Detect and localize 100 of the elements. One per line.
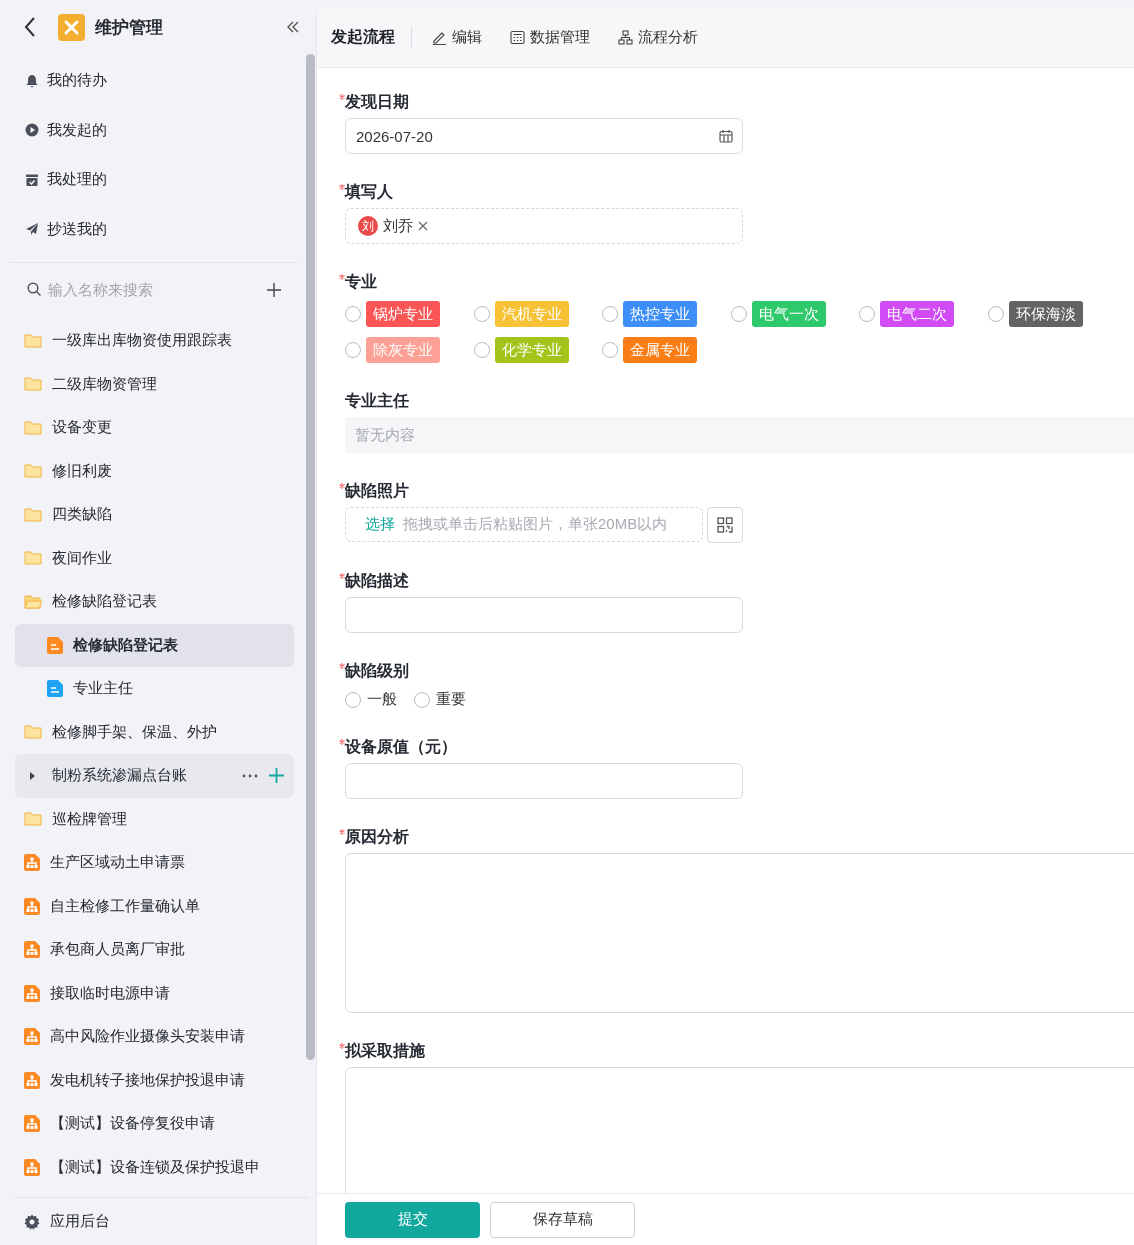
nav-item[interactable]: 我处理的 bbox=[0, 155, 304, 205]
add-icon[interactable] bbox=[266, 281, 282, 298]
category-tag: 锅炉专业 bbox=[366, 301, 440, 327]
tree-item[interactable]: 修旧利废 bbox=[0, 449, 294, 493]
more-icon[interactable] bbox=[242, 773, 258, 778]
tab[interactable]: 发起流程 bbox=[331, 23, 403, 52]
field-label: 缺陷级别 bbox=[345, 660, 409, 681]
category-tag: 汽机专业 bbox=[494, 301, 569, 327]
flowchart-icon bbox=[24, 854, 40, 872]
category-tag: 热控专业 bbox=[623, 301, 697, 327]
search-field[interactable]: 输入名称来搜索 bbox=[27, 281, 266, 298]
radio-button[interactable] bbox=[730, 306, 747, 322]
collapse-icon[interactable] bbox=[286, 20, 300, 34]
radio-button[interactable] bbox=[473, 342, 490, 358]
field-label: 缺陷描述 bbox=[345, 570, 409, 591]
readonly-field: 暂无内容 bbox=[345, 417, 1134, 453]
date-field[interactable]: 2026-07-20 bbox=[345, 118, 743, 154]
text-area[interactable] bbox=[345, 853, 1134, 1013]
radio-button[interactable] bbox=[345, 691, 361, 708]
bell-icon bbox=[25, 73, 39, 88]
flowchart-icon bbox=[24, 1028, 40, 1046]
search-icon bbox=[27, 282, 42, 297]
tree-item[interactable]: 二级库物资管理 bbox=[0, 362, 294, 406]
tree-item[interactable]: 四类缺陷 bbox=[0, 493, 294, 537]
field-label: 设备原值（元） bbox=[345, 736, 457, 757]
radio-button[interactable] bbox=[473, 306, 490, 322]
tree-item[interactable]: 制粉系统渗漏点台账 bbox=[15, 754, 294, 798]
text-area[interactable] bbox=[345, 1067, 1134, 1193]
radio-option[interactable]: 重要 bbox=[414, 690, 466, 709]
nav-item[interactable]: 抄送我的 bbox=[0, 204, 304, 254]
tree-item[interactable]: 【测试】设备停复役申请 bbox=[0, 1102, 294, 1146]
qr-code-button[interactable] bbox=[707, 507, 743, 543]
flowchart-icon bbox=[24, 941, 40, 959]
tree-item[interactable]: 自主检修工作量确认单 bbox=[0, 884, 294, 928]
field-label: 专业主任 bbox=[345, 390, 409, 411]
field-label: 填写人 bbox=[345, 181, 393, 202]
flowchart-icon bbox=[24, 897, 40, 915]
close-icon[interactable] bbox=[418, 221, 428, 231]
flowchart-icon bbox=[24, 1115, 40, 1133]
text-field[interactable] bbox=[345, 597, 743, 633]
back-icon[interactable] bbox=[23, 16, 37, 38]
tree-item[interactable]: 接取临时电源申请 bbox=[0, 971, 294, 1015]
category-tag: 除灰专业 bbox=[366, 337, 440, 363]
tree-item[interactable]: 生产区域动土申请票 bbox=[0, 841, 294, 885]
radio-button[interactable] bbox=[345, 342, 361, 358]
add-icon[interactable] bbox=[269, 768, 284, 784]
tab[interactable]: 编辑 bbox=[432, 24, 490, 51]
upload-hint: 拖拽或单击后粘贴图片，单张20MB以内 bbox=[403, 515, 668, 534]
tree-item[interactable]: 发电机转子接地保护投退申请 bbox=[0, 1058, 294, 1102]
user-picker-field[interactable]: 刘 刘乔 bbox=[345, 208, 743, 244]
play-icon bbox=[25, 123, 39, 138]
radio-button[interactable] bbox=[602, 306, 618, 322]
avatar: 刘 bbox=[358, 216, 378, 236]
radio-button[interactable] bbox=[859, 306, 875, 322]
tree-item[interactable]: 设备变更 bbox=[0, 406, 294, 450]
category-tag: 化学专业 bbox=[494, 337, 569, 363]
category-tag: 环保海淡 bbox=[1008, 301, 1083, 327]
text-field[interactable] bbox=[345, 763, 743, 799]
settings-icon bbox=[24, 1213, 40, 1230]
flowchart-icon bbox=[24, 984, 40, 1002]
tree-item[interactable]: 承包商人员离厂审批 bbox=[0, 928, 294, 972]
tab[interactable]: 流程分析 bbox=[618, 24, 706, 51]
field-label: 发现日期 bbox=[345, 91, 409, 112]
send-icon bbox=[25, 222, 39, 237]
pen-icon bbox=[432, 30, 447, 45]
option-label: 重要 bbox=[436, 690, 466, 709]
app-title: 维护管理 bbox=[95, 16, 163, 39]
tree-item[interactable]: 检修缺陷登记表 bbox=[0, 580, 294, 624]
radio-button[interactable] bbox=[414, 691, 430, 708]
radio-button[interactable] bbox=[987, 306, 1004, 322]
category-tag: 电气二次 bbox=[880, 301, 954, 327]
option-label: 一般 bbox=[367, 690, 397, 709]
tree-item[interactable]: 【测试】设备连锁及保护投退申 bbox=[0, 1145, 294, 1189]
radio-button[interactable] bbox=[602, 342, 618, 358]
tree-item[interactable]: 夜间作业 bbox=[0, 536, 294, 580]
tree-item[interactable]: 巡检牌管理 bbox=[0, 797, 294, 841]
field-label: 拟采取措施 bbox=[345, 1040, 425, 1061]
hierarchy-icon bbox=[618, 30, 633, 45]
save-draft-button[interactable]: 保存草稿 bbox=[490, 1201, 635, 1238]
category-tag: 金属专业 bbox=[623, 337, 697, 363]
field-label: 原因分析 bbox=[345, 826, 409, 847]
scrollbar[interactable] bbox=[306, 54, 315, 1060]
tree-item[interactable]: 高中风险作业摄像头安装申请 bbox=[0, 1015, 294, 1059]
nav-item[interactable]: 我发起的 bbox=[0, 105, 304, 155]
calendar-icon bbox=[719, 129, 733, 143]
qr-code-icon bbox=[717, 517, 733, 533]
radio-option[interactable]: 一般 bbox=[345, 690, 397, 709]
tree-item[interactable]: 检修脚手架、保温、外护 bbox=[0, 710, 294, 754]
field-label: 缺陷照片 bbox=[345, 480, 409, 501]
user-name: 刘乔 bbox=[383, 216, 413, 236]
radio-button[interactable] bbox=[345, 306, 361, 322]
tree-item[interactable]: 检修缺陷登记表 bbox=[15, 623, 294, 667]
admin-link[interactable]: 应用后台 bbox=[15, 1198, 110, 1245]
field-label: 专业 bbox=[345, 271, 377, 292]
nav-item[interactable]: 我的待办 bbox=[0, 56, 304, 106]
tree-item[interactable]: 专业主任 bbox=[15, 667, 294, 711]
tree-item[interactable]: 一级库出库物资使用跟踪表 bbox=[0, 319, 294, 363]
inbox-check-icon bbox=[25, 172, 39, 187]
flowchart-icon bbox=[24, 1071, 40, 1089]
tab[interactable]: 数据管理 bbox=[510, 24, 598, 51]
